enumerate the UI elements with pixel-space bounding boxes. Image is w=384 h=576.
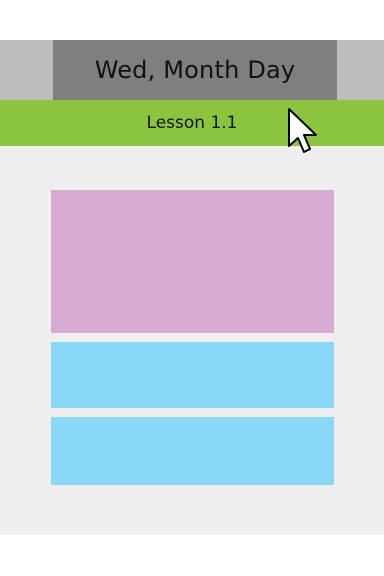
lesson-card-secondary-2[interactable] bbox=[51, 417, 334, 485]
date-title: Wed, Month Day bbox=[94, 56, 296, 84]
app-screen: Wed, Month Day Lesson 1.1 bbox=[0, 40, 384, 535]
lesson-bar[interactable]: Lesson 1.1 bbox=[0, 100, 384, 146]
date-header: Wed, Month Day bbox=[0, 40, 384, 100]
mouse-pointer-icon bbox=[288, 108, 317, 153]
lesson-card-secondary-1[interactable] bbox=[51, 342, 334, 408]
lesson-card-primary[interactable] bbox=[51, 190, 334, 333]
date-title-block: Wed, Month Day bbox=[53, 40, 337, 100]
lesson-label: Lesson 1.1 bbox=[146, 113, 238, 133]
